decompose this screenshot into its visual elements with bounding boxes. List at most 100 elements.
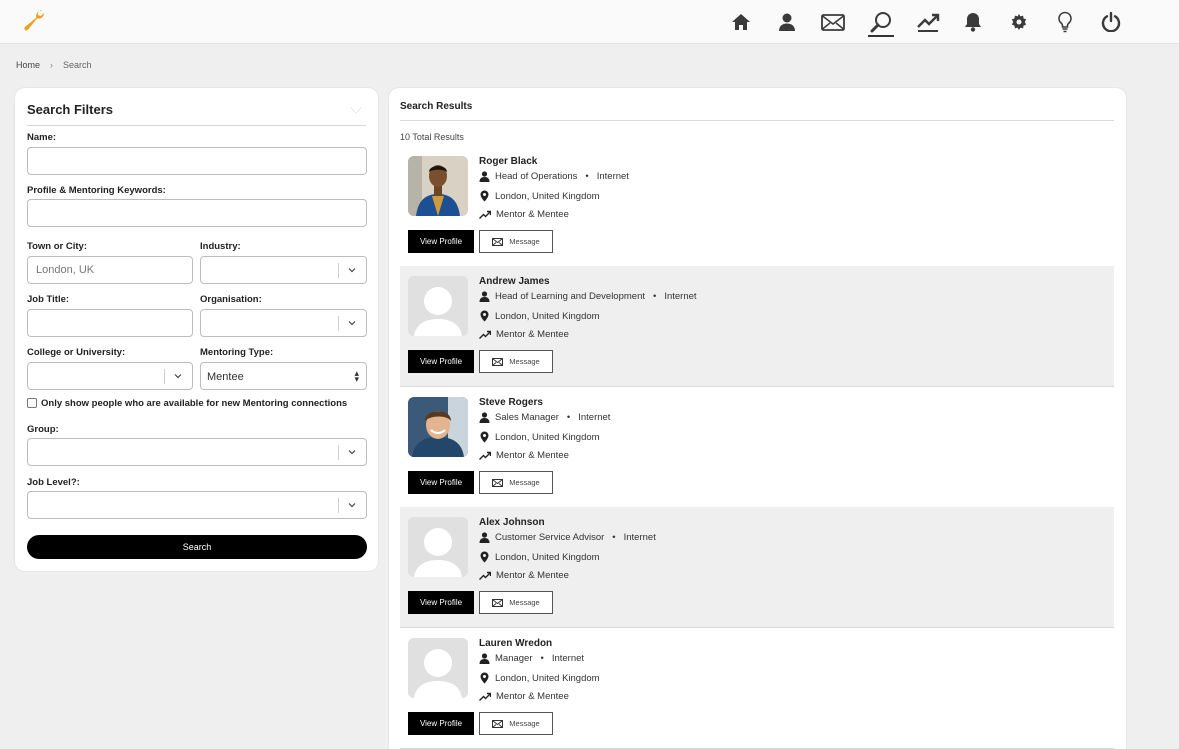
up-down-arrows-icon: ▴ ▾ [354, 368, 359, 384]
avatar-placeholder[interactable] [408, 517, 468, 577]
person-location-row: London, United Kingdom [479, 431, 600, 443]
mentoring-type-label: Mentoring Type: [200, 347, 274, 358]
location-pin-icon [480, 310, 489, 322]
town-input[interactable] [27, 256, 193, 284]
chevron-down-icon [348, 450, 356, 455]
industry-select[interactable] [200, 256, 367, 284]
profile-icon[interactable] [773, 8, 801, 36]
bell-icon[interactable] [959, 8, 987, 36]
trending-up-icon[interactable] [914, 8, 942, 36]
person-name[interactable]: Alex Johnson [479, 517, 545, 528]
person-icon [479, 412, 490, 423]
select-divider [338, 316, 339, 331]
view-profile-button[interactable]: View Profile [408, 591, 474, 614]
person-industry: Internet [578, 412, 611, 423]
breadcrumb-home-link[interactable]: Home [16, 60, 40, 70]
view-profile-button[interactable]: View Profile [408, 350, 474, 373]
available-checkbox-label: Only show people who are available for n… [41, 398, 348, 409]
message-button-label: Message [509, 719, 540, 728]
home-icon[interactable] [727, 8, 755, 36]
person-type-row: Mentor & Mentee [479, 209, 569, 220]
person-industry: Internet [551, 653, 585, 664]
group-select[interactable] [27, 438, 367, 466]
message-button[interactable]: Message [479, 712, 553, 735]
trending-up-icon [479, 692, 491, 701]
person-location: London, United Kingdom [495, 431, 600, 443]
person-role: Head of Learning and Development [495, 291, 645, 302]
person-role: Sales Manager [495, 412, 559, 423]
person-location-row: London, United Kingdom [479, 672, 600, 684]
envelope-icon [492, 598, 504, 607]
message-button-label: Message [509, 237, 540, 246]
name-input[interactable] [27, 147, 367, 175]
trending-up-icon [479, 330, 491, 339]
keywords-input[interactable] [27, 199, 367, 227]
job-level-select[interactable] [27, 491, 367, 519]
message-button[interactable]: Message [479, 350, 553, 373]
chevron-down-icon [348, 321, 356, 326]
person-type-row: Mentor & Mentee [479, 691, 569, 702]
search-icon[interactable] [867, 8, 895, 37]
person-role: Head of Operations [495, 171, 578, 182]
person-mentoring-type: Mentor & Mentee [496, 450, 569, 461]
lightbulb-icon[interactable] [1051, 8, 1079, 36]
select-divider [338, 445, 339, 460]
search-button[interactable]: Search [27, 535, 367, 559]
envelope-icon [492, 719, 504, 728]
gear-icon[interactable] [1005, 8, 1033, 36]
power-icon[interactable] [1097, 8, 1125, 36]
breadcrumb-separator: › [50, 60, 54, 70]
available-checkbox[interactable] [27, 398, 37, 408]
avatar-photo[interactable] [408, 397, 468, 457]
collapse-chevron-icon[interactable] [350, 102, 362, 114]
person-name[interactable]: Lauren Wredon [479, 638, 552, 649]
person-role-row: Head of Operations • Internet [479, 171, 629, 182]
person-role: Customer Service Advisor [495, 532, 605, 543]
person-role: Manager [495, 653, 533, 664]
envelope-icon [492, 357, 504, 366]
person-type-row: Mentor & Mentee [479, 570, 569, 581]
separator-dot: • [612, 532, 616, 543]
avatar-placeholder[interactable] [408, 638, 468, 698]
message-button[interactable]: Message [479, 230, 553, 253]
person-icon [479, 653, 490, 664]
avatar-placeholder[interactable] [408, 276, 468, 336]
group-label: Group: [27, 424, 59, 435]
top-navigation-bar [0, 0, 1179, 44]
select-divider [164, 369, 165, 384]
result-card: Steve Rogers Sales Manager • Internet Lo… [400, 387, 1114, 508]
message-button[interactable]: Message [479, 591, 553, 614]
view-profile-button[interactable]: View Profile [408, 230, 474, 253]
person-mentoring-type: Mentor & Mentee [496, 329, 569, 340]
divider [400, 120, 1114, 121]
organisation-select[interactable] [200, 309, 367, 337]
job-title-input[interactable] [27, 309, 193, 337]
person-role-row: Head of Learning and Development • Inter… [479, 291, 697, 302]
person-location: London, United Kingdom [495, 551, 600, 563]
chevron-down-icon [348, 268, 356, 273]
trending-up-icon [479, 451, 491, 460]
person-location-row: London, United Kingdom [479, 310, 600, 322]
result-card: Andrew James Head of Learning and Develo… [400, 266, 1114, 387]
envelope-icon[interactable] [819, 8, 847, 36]
message-button[interactable]: Message [479, 471, 553, 494]
person-location-row: London, United Kingdom [479, 551, 600, 563]
select-divider [338, 498, 339, 513]
college-select[interactable] [27, 362, 193, 390]
person-industry: Internet [664, 291, 697, 302]
result-card: Alex Johnson Customer Service Advisor • … [400, 507, 1114, 628]
person-location-row: London, United Kingdom [479, 190, 600, 202]
view-profile-button[interactable]: View Profile [408, 712, 474, 735]
envelope-icon [492, 478, 504, 487]
person-name[interactable]: Andrew James [479, 276, 550, 287]
person-name[interactable]: Roger Black [479, 156, 537, 167]
view-profile-button[interactable]: View Profile [408, 471, 474, 494]
wrench-logo-icon[interactable] [22, 9, 46, 31]
avatar-photo[interactable] [408, 156, 468, 216]
person-mentoring-type: Mentor & Mentee [496, 691, 569, 702]
breadcrumb-current: Search [63, 60, 92, 70]
location-pin-icon [480, 190, 489, 202]
person-name[interactable]: Steve Rogers [479, 397, 543, 408]
mentoring-type-select[interactable]: Mentee ▴ ▾ [200, 362, 367, 390]
trending-up-icon [479, 210, 491, 219]
